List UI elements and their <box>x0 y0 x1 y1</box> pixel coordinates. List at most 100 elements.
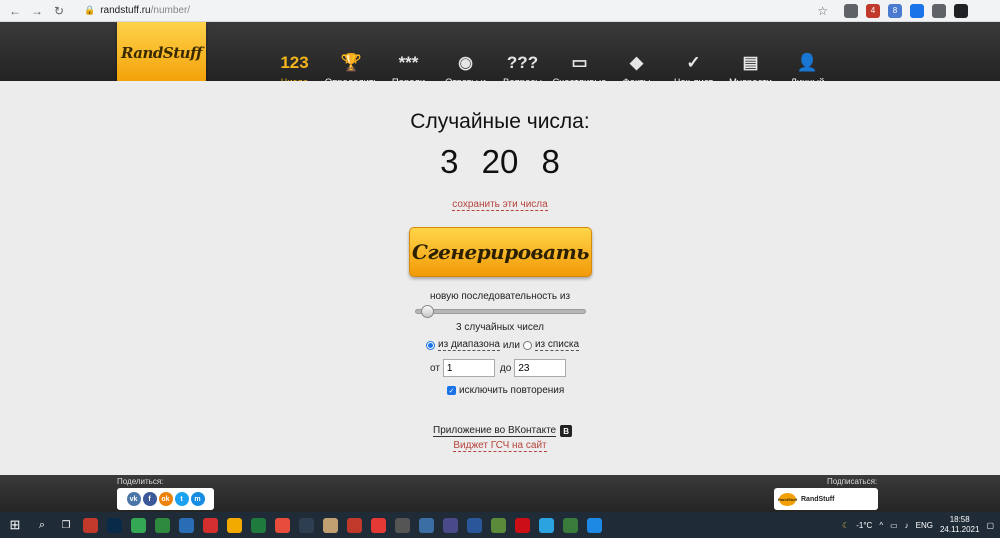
address-bar[interactable]: 🔒 randstuff.ru/number/ ☆ <box>76 1 836 20</box>
taskbar-app[interactable] <box>174 512 198 538</box>
vk-icon[interactable]: vk <box>126 492 141 506</box>
taskbar: ⊞ ⌕ ❐ ☾ -1°C ^ ▭ ♪ ENG 18:58 24.11.2021 … <box>0 512 1000 538</box>
user-icon: 👤 <box>796 53 819 72</box>
app-icon <box>466 517 482 533</box>
extension-icon[interactable] <box>910 3 924 18</box>
language-indicator[interactable]: ENG <box>916 521 933 530</box>
app-icon <box>442 517 458 533</box>
slider-track[interactable] <box>415 309 586 314</box>
ticket-icon: ▭ <box>571 53 588 72</box>
extension-icon[interactable]: 8 <box>888 3 902 18</box>
list-mode-label[interactable]: из списка <box>534 339 580 351</box>
share-label: Поделиться: <box>117 477 164 486</box>
save-numbers-link[interactable]: сохранить эти числа <box>452 199 548 211</box>
subscribe-label: Подписаться: <box>827 477 878 486</box>
slider-thumb[interactable] <box>421 305 435 318</box>
exclude-duplicates-checkbox[interactable]: ✓ <box>447 386 456 395</box>
app-icon <box>394 517 410 533</box>
vk-badge-icon[interactable]: В <box>560 425 573 437</box>
vk-app-link[interactable]: Приложение во ВКонтакте <box>433 425 557 437</box>
app-icon <box>346 517 362 533</box>
main-content: Случайные числа: 3 20 8 сохранить эти чи… <box>0 81 1000 475</box>
volume-icon[interactable]: ♪ <box>905 521 909 530</box>
taskbar-app[interactable] <box>78 512 102 538</box>
taskbar-app[interactable] <box>342 512 366 538</box>
taskbar-app[interactable] <box>198 512 222 538</box>
count-slider[interactable] <box>415 305 586 318</box>
twitter-icon[interactable]: t <box>174 492 189 506</box>
app-icon <box>298 517 314 533</box>
task-view-icon[interactable]: ❐ <box>54 512 78 538</box>
taskbar-app[interactable] <box>126 512 150 538</box>
taskbar-app[interactable] <box>510 512 534 538</box>
from-input[interactable] <box>442 359 495 377</box>
odnoklassniki-icon[interactable]: ok <box>158 492 173 506</box>
app-icon <box>82 517 98 533</box>
taskbar-app[interactable] <box>390 512 414 538</box>
taskbar-app[interactable] <box>438 512 462 538</box>
extension-icon[interactable] <box>954 3 968 18</box>
back-icon[interactable]: ← <box>8 4 22 18</box>
app-icon <box>274 517 290 533</box>
facts-icon: ◆ <box>629 53 644 72</box>
sequence-label: новую последовательность из <box>429 291 571 302</box>
to-input[interactable] <box>514 359 567 377</box>
scroll-icon: ▤ <box>742 53 759 72</box>
from-label: от <box>430 362 440 374</box>
taskbar-app[interactable] <box>102 512 126 538</box>
system-tray: ☾ -1°C ^ ▭ ♪ ENG 18:58 24.11.2021 ▢ <box>842 515 1000 535</box>
taskbar-app[interactable] <box>366 512 390 538</box>
app-icon <box>226 517 242 533</box>
url-path: /number/ <box>150 5 191 16</box>
site-logo[interactable]: RandStuff <box>117 22 206 84</box>
myworld-icon[interactable]: m <box>190 492 205 506</box>
clock[interactable]: 18:58 24.11.2021 <box>940 515 979 535</box>
count-label: 3 случайных чисел <box>456 322 544 333</box>
range-radio[interactable] <box>426 340 435 350</box>
taskbar-app[interactable] <box>270 512 294 538</box>
taskbar-app[interactable] <box>558 512 582 538</box>
notifications-icon[interactable]: ▢ <box>986 521 994 530</box>
extension-icon[interactable]: 4 <box>866 3 880 18</box>
temperature[interactable]: -1°C <box>856 521 872 530</box>
taskbar-app[interactable] <box>462 512 486 538</box>
range-inputs: от до <box>430 359 567 377</box>
to-label: до <box>499 362 512 374</box>
app-icon <box>418 517 434 533</box>
forward-icon[interactable]: → <box>30 4 44 18</box>
checklist-icon: ✓ <box>686 53 701 72</box>
weather-icon[interactable]: ☾ <box>842 521 849 530</box>
facebook-icon[interactable]: f <box>142 492 157 506</box>
generate-button[interactable]: Сгенерировать <box>409 227 592 277</box>
vk-app-row: Приложение во ВКонтакте В <box>433 425 573 437</box>
search-icon[interactable]: ⌕ <box>30 512 54 538</box>
taskbar-app[interactable] <box>246 512 270 538</box>
taskbar-app[interactable] <box>534 512 558 538</box>
reload-icon[interactable]: ↻ <box>52 4 66 18</box>
bookmark-star-icon[interactable]: ☆ <box>817 4 828 18</box>
taskbar-app[interactable] <box>582 512 606 538</box>
windows-start-icon[interactable]: ⊞ <box>0 512 30 538</box>
subscribe-widget[interactable]: RandStuff RandStuff <box>774 488 878 510</box>
question-icon: ??? <box>506 53 539 72</box>
result-numbers: 3 20 8 <box>440 143 560 180</box>
tray-chevron-icon[interactable]: ^ <box>879 521 883 530</box>
app-icon <box>106 517 122 533</box>
extension-icon[interactable] <box>844 3 858 18</box>
app-icon <box>130 517 146 533</box>
range-mode-label[interactable]: из диапазона <box>438 339 500 351</box>
lock-icon[interactable]: 🔒 <box>84 5 95 16</box>
exclude-duplicates-label[interactable]: исключить повторения <box>459 385 564 396</box>
taskbar-app[interactable] <box>150 512 174 538</box>
extension-icon[interactable] <box>932 3 946 18</box>
widget-link[interactable]: Виджет ГСЧ на сайт <box>453 440 547 452</box>
taskbar-app[interactable] <box>414 512 438 538</box>
taskbar-app[interactable] <box>486 512 510 538</box>
list-radio[interactable] <box>522 340 532 350</box>
network-icon[interactable]: ▭ <box>890 521 898 530</box>
taskbar-app[interactable] <box>222 512 246 538</box>
exclude-duplicates-row: ✓ исключить повторения <box>447 385 564 396</box>
taskbar-app[interactable] <box>294 512 318 538</box>
taskbar-app[interactable] <box>318 512 342 538</box>
app-icon <box>586 517 602 533</box>
